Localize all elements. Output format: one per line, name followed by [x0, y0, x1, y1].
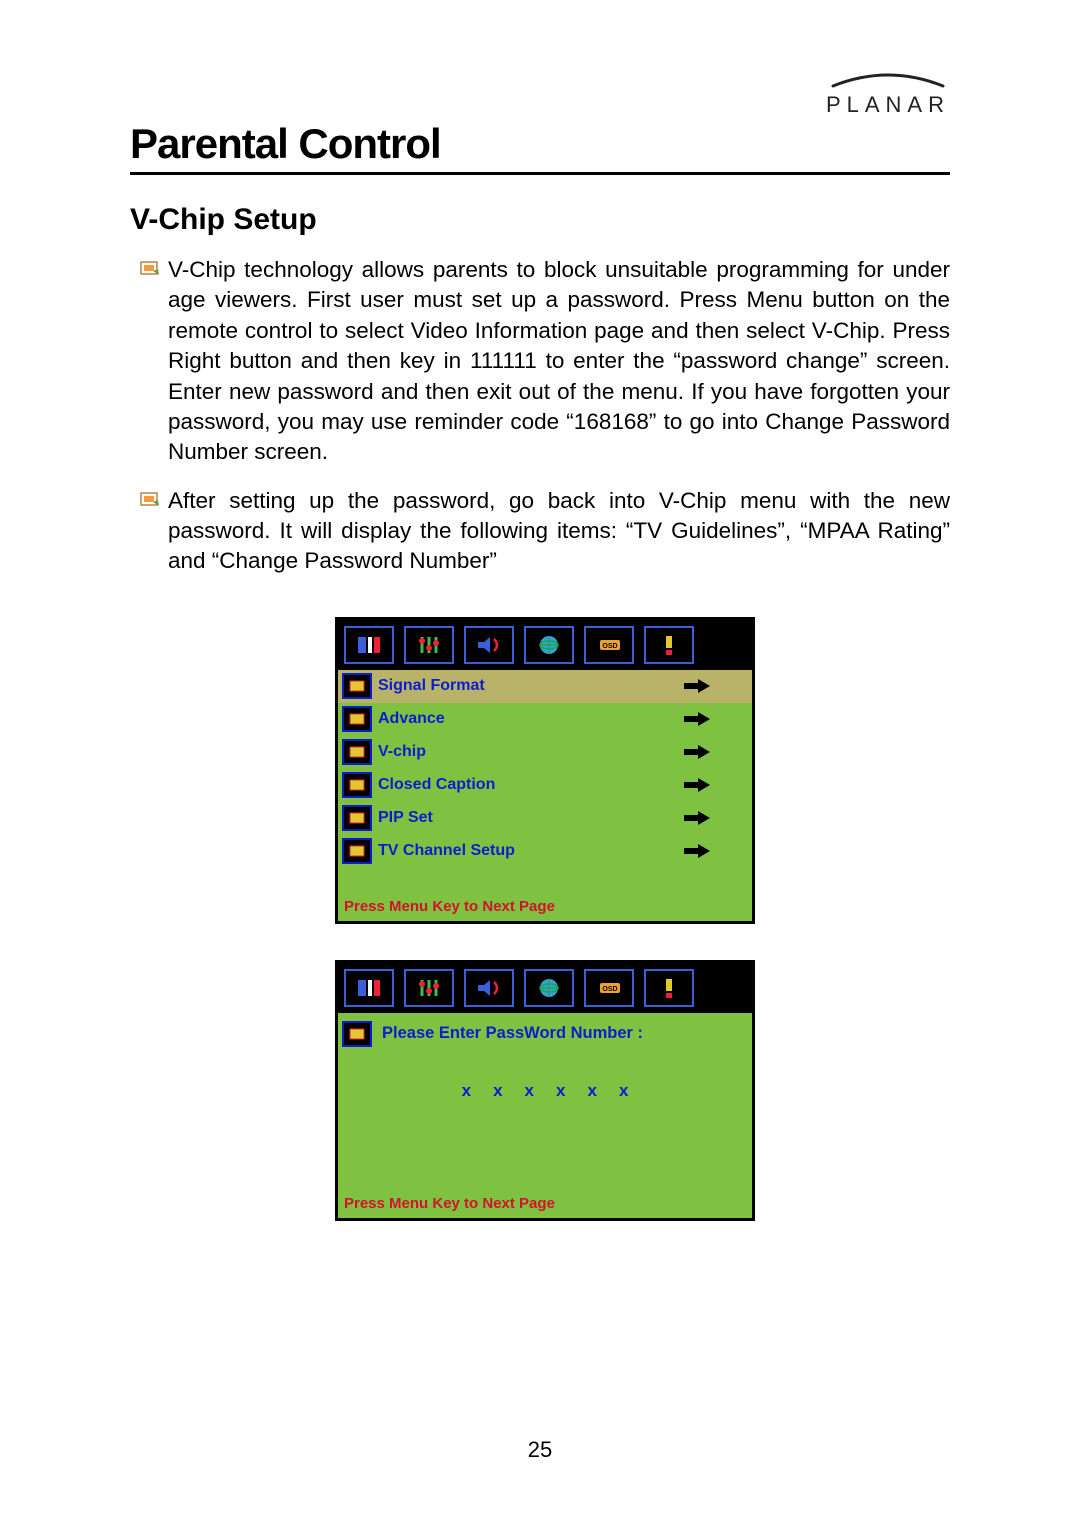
password-digit: x [493, 1081, 502, 1101]
tab-osd-icon: OSD [584, 626, 634, 664]
menu-row: TV Channel Setup [338, 835, 752, 868]
password-digit: x [587, 1081, 596, 1101]
tab-tuning-icon [404, 969, 454, 1007]
tab-audio-icon [464, 969, 514, 1007]
menu-row-label: Signal Format [376, 677, 682, 695]
password-digit: x [525, 1081, 534, 1101]
tab-globe-icon [524, 969, 574, 1007]
svg-text:OSD: OSD [602, 986, 617, 993]
tab-alert-icon [644, 626, 694, 664]
password-digits: xxxxxx [338, 1081, 752, 1101]
menu-row-label: Advance [376, 710, 682, 728]
tab-tuning-icon [404, 626, 454, 664]
vchip-icon [342, 1021, 372, 1047]
sub-heading: V-Chip Setup [130, 203, 950, 237]
paragraph-text: V-Chip technology allows parents to bloc… [168, 255, 950, 468]
arrow-right-icon [682, 844, 752, 858]
arrow-right-icon [682, 712, 752, 726]
brand-text: PLANAR [826, 92, 950, 117]
section-heading: Parental Control [130, 120, 950, 168]
svg-text:OSD: OSD [602, 643, 617, 650]
tab-audio-icon [464, 626, 514, 664]
menu-row: Closed Caption [338, 769, 752, 802]
arrow-right-icon [682, 745, 752, 759]
osd-footer-text: Press Menu Key to Next Page [338, 1191, 752, 1218]
tab-video-icon [344, 969, 394, 1007]
section-rule [130, 172, 950, 175]
paragraph: After setting up the password, go back i… [140, 486, 950, 577]
osd-password-screenshot: OSD Please Enter PassWord Number : x x x x x… [335, 960, 755, 1221]
menu-row: PIP Set [338, 802, 752, 835]
menu-row-label: PIP Set [376, 809, 682, 827]
cc-icon [338, 772, 376, 798]
tab-osd-icon: OSD [584, 969, 634, 1007]
vchip-icon [338, 739, 376, 765]
menu-row: V-chip [338, 736, 752, 769]
arrow-right-icon [682, 679, 752, 693]
password-prompt-row: Please Enter PassWord Number : [338, 1019, 752, 1053]
paragraph-text: After setting up the password, go back i… [168, 486, 950, 577]
signal-icon [338, 673, 376, 699]
menu-row: Signal Format [338, 670, 752, 703]
note-bullet-icon [140, 259, 168, 282]
advance-icon [338, 706, 376, 732]
osd-tab-bar: OSD [338, 620, 752, 670]
tab-globe-icon [524, 626, 574, 664]
arrow-right-icon [682, 811, 752, 825]
osd-tab-bar: OSD [338, 963, 752, 1013]
body-area: V-Chip technology allows parents to bloc… [140, 255, 950, 1257]
tab-alert-icon [644, 969, 694, 1007]
menu-row: Advance [338, 703, 752, 736]
arrow-right-icon [682, 778, 752, 792]
note-bullet-icon [140, 490, 168, 513]
planar-swoosh-icon [828, 70, 948, 90]
osd-menu-screenshot: OSD Signal Format Advance V-chip Closed Cap… [335, 617, 755, 924]
page-number: 25 [0, 1437, 1080, 1463]
password-digit: x [556, 1081, 565, 1101]
menu-row-label: Closed Caption [376, 776, 682, 794]
paragraph: V-Chip technology allows parents to bloc… [140, 255, 950, 468]
channel-icon [338, 838, 376, 864]
osd-menu-list: Signal Format Advance V-chip Closed Caption… [338, 670, 752, 868]
menu-row-label: V-chip [376, 743, 682, 761]
password-prompt-text: Please Enter PassWord Number : [382, 1024, 643, 1043]
tab-video-icon [344, 626, 394, 664]
password-digit: x [462, 1081, 471, 1101]
manual-page: PLANAR Parental Control V-Chip Setup V-C… [0, 0, 1080, 1529]
brand-logo: PLANAR [826, 70, 950, 118]
pip-icon [338, 805, 376, 831]
password-digit: x [619, 1081, 628, 1101]
menu-row-label: TV Channel Setup [376, 842, 682, 860]
osd-footer-text: Press Menu Key to Next Page [338, 894, 752, 921]
